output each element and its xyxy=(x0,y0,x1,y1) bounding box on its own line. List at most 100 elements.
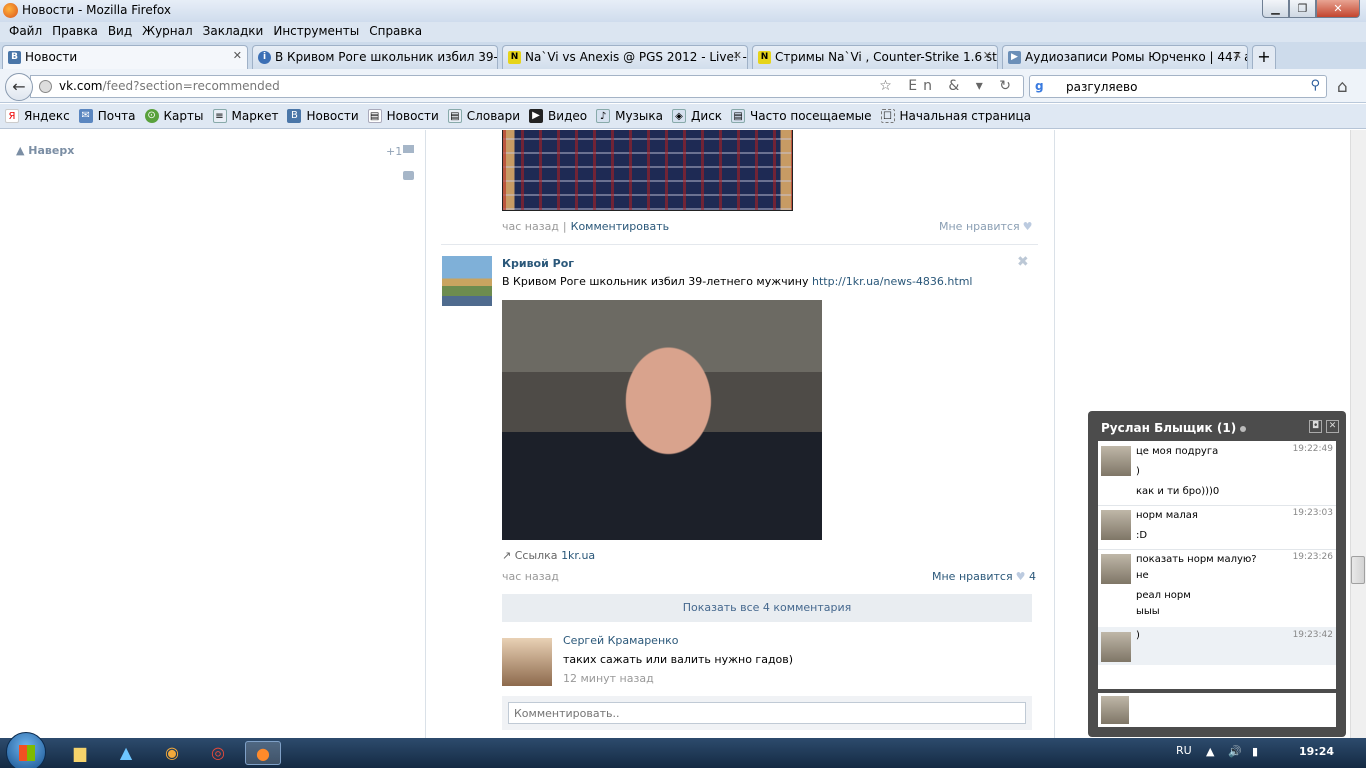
tab-audio[interactable]: ▶ Аудиозаписи Ромы Юрченко | 447 а... ✕ xyxy=(1002,45,1248,69)
chat-close-icon[interactable]: ✕ xyxy=(1326,420,1339,433)
previous-post-meta: час назад | Комментировать xyxy=(502,220,670,233)
chat-message: 19:23:03 норм малая :D xyxy=(1098,505,1336,549)
search-icon[interactable]: ⚲ xyxy=(1310,78,1320,93)
menu-help[interactable]: Справка xyxy=(364,22,427,42)
heart-icon: ♥ xyxy=(1022,220,1033,233)
language-indicator[interactable]: RU xyxy=(1176,744,1192,757)
scroll-to-top-link[interactable]: ▲ Наверх xyxy=(16,144,74,157)
bookmark-most-visited[interactable]: ▤ Часто посещаемые xyxy=(731,109,872,123)
chat-popout-icon[interactable]: ◘ xyxy=(1309,420,1322,433)
google-icon[interactable]: g xyxy=(1035,79,1050,94)
chat-avatar[interactable] xyxy=(1101,446,1131,476)
tab-navi-streams[interactable]: N Стримы Na`Vi , Counter-Strike 1.6 str.… xyxy=(752,45,998,69)
close-tab-icon[interactable]: ✕ xyxy=(983,49,992,62)
commenter-name[interactable]: Сергей Крамаренко xyxy=(563,634,679,647)
search-input[interactable]: разгуляево xyxy=(1066,80,1137,94)
bookmark-start-page[interactable]: ☐ Начальная страница xyxy=(880,109,1031,123)
tab-navi-pgs[interactable]: N Na`Vi vs Anexis @ PGS 2012 - Live! - .… xyxy=(502,45,748,69)
post-author[interactable]: Кривой Рог xyxy=(502,257,574,270)
url-bar[interactable]: vk.com/feed?section=recommended ☆ En & ▾… xyxy=(30,75,1024,98)
bookmark-market[interactable]: ≡ Маркет xyxy=(212,109,278,123)
clock[interactable]: 19:24 xyxy=(1299,745,1334,758)
chat-avatar[interactable] xyxy=(1101,554,1131,584)
chat-title[interactable]: Руслан Блыщик (1) xyxy=(1101,421,1247,435)
page-scrollbar-thumb[interactable] xyxy=(1351,556,1365,584)
search-bar[interactable]: g разгуляево ⚲ xyxy=(1029,75,1327,98)
globe-icon xyxy=(39,80,52,93)
play-icon: ▶ xyxy=(1008,51,1021,64)
chat-input-field[interactable] xyxy=(1098,693,1336,727)
chrome-icon[interactable]: ◎ xyxy=(200,741,236,765)
comment-link[interactable]: Комментировать xyxy=(571,220,669,233)
minimize-button[interactable]: ▁ xyxy=(1262,0,1289,18)
yandex-icon: Я xyxy=(5,109,19,123)
post-like[interactable]: Мне нравится ♥ 4 xyxy=(932,570,1036,583)
power-icon[interactable]: ▮ xyxy=(1252,745,1258,758)
post-time[interactable]: час назад xyxy=(502,570,559,583)
post-url[interactable]: http://1kr.ua/news-4836.html xyxy=(812,275,972,288)
page-scrollbar[interactable] xyxy=(1350,130,1366,738)
comment-time[interactable]: 12 минут назад xyxy=(563,672,654,685)
bookmark-mail[interactable]: ✉ Почта xyxy=(78,109,136,123)
hide-post-icon[interactable]: ✖ xyxy=(1017,254,1029,270)
explorer-icon[interactable]: ▆ xyxy=(62,741,98,765)
post-text: В Кривом Роге школьник избил 39-летнего … xyxy=(502,275,973,288)
previous-post-like[interactable]: Мне нравится ♥ xyxy=(939,220,1032,233)
bookmark-maps[interactable]: ⊙ Карты xyxy=(144,109,204,123)
bookmark-disk[interactable]: ◈ Диск xyxy=(672,109,722,123)
bookmark-yandex[interactable]: Я Яндекс xyxy=(5,109,70,123)
post-photo[interactable] xyxy=(502,300,822,540)
show-all-comments-button[interactable]: Показать все 4 комментария xyxy=(502,594,1032,622)
launcher-icon[interactable]: ▲ xyxy=(108,741,144,765)
url-bar-icons[interactable]: ☆ En & ▾ ↻ xyxy=(879,78,1017,94)
comment-input[interactable] xyxy=(508,702,1026,724)
post-link-domain[interactable]: 1kr.ua xyxy=(561,549,595,562)
message-time: 19:23:26 xyxy=(1292,552,1333,562)
chat-avatar[interactable] xyxy=(1101,510,1131,540)
window-titlebar: Новости - Mozilla Firefox ▁ ❐ ✕ xyxy=(0,0,1366,22)
maps-icon: ⊙ xyxy=(144,109,159,123)
bookmark-video[interactable]: ▶ Видео xyxy=(529,109,587,123)
tab-krivoy-rog[interactable]: i В Кривом Роге школьник избил 39-... xyxy=(252,45,498,69)
bookmark-vk-news[interactable]: В Новости xyxy=(287,109,359,123)
bookmarks-bar: Я Яндекс ✉ Почта ⊙ Карты ≡ Маркет В Новости ▤… xyxy=(0,104,1366,129)
new-tab-button[interactable]: + xyxy=(1252,45,1276,69)
vk-icon: В xyxy=(287,109,302,123)
tab-label: Аудиозаписи Ромы Юрченко | 447 а... xyxy=(1025,50,1248,64)
chat-avatar[interactable] xyxy=(1101,632,1131,662)
close-tab-icon[interactable]: ✕ xyxy=(233,49,242,62)
menu-history[interactable]: Журнал xyxy=(137,22,198,42)
bookmark-dictionaries[interactable]: ▤ Словари xyxy=(447,109,520,123)
back-button[interactable]: ← xyxy=(5,73,33,101)
tab-news[interactable]: В Новости ✕ xyxy=(2,45,248,69)
close-tab-icon[interactable]: ✕ xyxy=(733,49,742,62)
show-hidden-icons[interactable]: ▲ xyxy=(1206,745,1214,758)
menu-edit[interactable]: Правка xyxy=(47,22,103,42)
menu-view[interactable]: Вид xyxy=(103,22,137,42)
half-life-icon[interactable]: ◉ xyxy=(154,741,190,765)
close-window-button[interactable]: ✕ xyxy=(1316,0,1360,18)
post-divider xyxy=(441,244,1038,245)
previous-post-image[interactable] xyxy=(502,130,793,211)
menu-file[interactable]: Файл xyxy=(4,22,47,42)
menu-tools[interactable]: Инструменты xyxy=(268,22,364,42)
envelope-icon[interactable] xyxy=(403,145,414,153)
firefox-taskbar-icon[interactable]: ● xyxy=(245,741,281,765)
maximize-button[interactable]: ❐ xyxy=(1289,0,1316,18)
menu-bookmarks[interactable]: Закладки xyxy=(198,22,269,42)
info-icon: i xyxy=(258,51,271,64)
start-button[interactable] xyxy=(6,732,46,768)
group-avatar[interactable] xyxy=(442,256,492,306)
message-time: 19:23:03 xyxy=(1292,508,1333,518)
bookmark-music[interactable]: ♪ Музыка xyxy=(596,109,663,123)
bookmark-news[interactable]: ▤ Новости xyxy=(367,109,439,123)
home-icon[interactable]: ⌂ xyxy=(1337,77,1348,97)
notification-count[interactable]: +1 xyxy=(386,145,402,158)
commenter-avatar[interactable] xyxy=(502,638,552,686)
dictionary-icon: ▤ xyxy=(447,109,462,123)
volume-icon[interactable]: 🔊 xyxy=(1228,745,1242,758)
comment-icon[interactable] xyxy=(403,171,414,180)
chat-message: 19:22:49 це моя подруга ) как и ти бро))… xyxy=(1098,441,1336,503)
message-time: 19:22:49 xyxy=(1292,444,1333,454)
close-tab-icon[interactable]: ✕ xyxy=(1233,49,1242,62)
